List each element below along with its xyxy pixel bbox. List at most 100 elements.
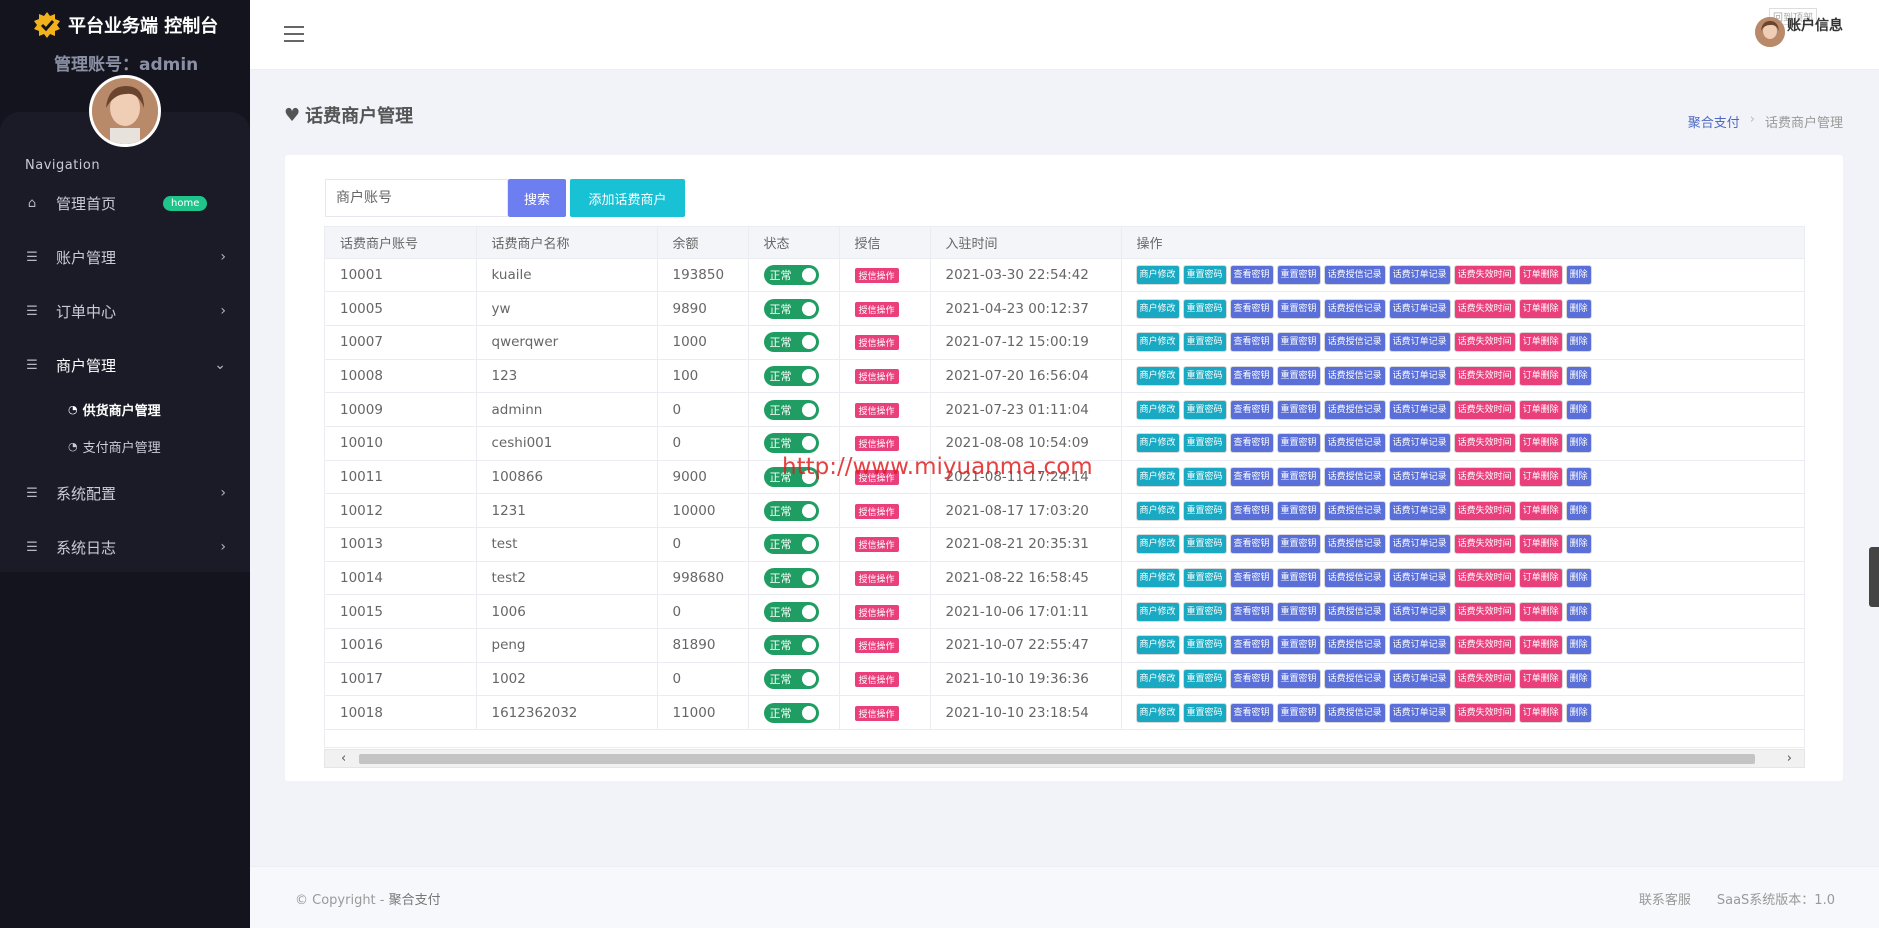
op-button-8[interactable]: 删除 <box>1565 264 1592 285</box>
scrollbar-thumb[interactable] <box>359 754 1755 764</box>
credit-operation-button[interactable]: 授信操作 <box>854 672 899 688</box>
op-button-0[interactable]: 商户修改 <box>1135 500 1180 521</box>
op-button-5[interactable]: 话费订单记录 <box>1388 635 1451 656</box>
op-button-1[interactable]: 重置密码 <box>1182 534 1227 555</box>
op-button-5[interactable]: 话费订单记录 <box>1388 466 1451 487</box>
op-button-8[interactable]: 删除 <box>1565 298 1592 319</box>
op-button-2[interactable]: 查看密钥 <box>1229 433 1274 454</box>
op-button-3[interactable]: 重置密钥 <box>1276 264 1321 285</box>
op-button-2[interactable]: 查看密钥 <box>1229 365 1274 386</box>
op-button-5[interactable]: 话费订单记录 <box>1388 433 1451 454</box>
op-button-1[interactable]: 重置密码 <box>1182 365 1227 386</box>
sidebar-item-home[interactable]: ⌂ 管理首页 home <box>0 183 250 223</box>
op-button-0[interactable]: 商户修改 <box>1135 534 1180 555</box>
op-button-8[interactable]: 删除 <box>1565 534 1592 555</box>
op-button-1[interactable]: 重置密码 <box>1182 298 1227 319</box>
op-button-4[interactable]: 话费授信记录 <box>1323 601 1386 622</box>
op-button-7[interactable]: 订单删除 <box>1518 264 1563 285</box>
op-button-1[interactable]: 重置密码 <box>1182 399 1227 420</box>
op-button-5[interactable]: 话费订单记录 <box>1388 534 1451 555</box>
op-button-7[interactable]: 订单删除 <box>1518 601 1563 622</box>
op-button-1[interactable]: 重置密码 <box>1182 635 1227 656</box>
scroll-left-icon[interactable]: ‹ <box>341 751 346 766</box>
op-button-4[interactable]: 话费授信记录 <box>1323 500 1386 521</box>
op-button-5[interactable]: 话费订单记录 <box>1388 332 1451 353</box>
op-button-5[interactable]: 话费订单记录 <box>1388 669 1451 690</box>
op-button-0[interactable]: 商户修改 <box>1135 399 1180 420</box>
op-button-7[interactable]: 订单删除 <box>1518 466 1563 487</box>
op-button-2[interactable]: 查看密钥 <box>1229 635 1274 656</box>
op-button-7[interactable]: 订单删除 <box>1518 669 1563 690</box>
contact-support-link[interactable]: 联系客服 <box>1639 889 1691 908</box>
op-button-3[interactable]: 重置密钥 <box>1276 635 1321 656</box>
add-merchant-button[interactable]: 添加话费商户 <box>570 179 685 217</box>
op-button-0[interactable]: 商户修改 <box>1135 433 1180 454</box>
op-button-3[interactable]: 重置密钥 <box>1276 601 1321 622</box>
op-button-4[interactable]: 话费授信记录 <box>1323 365 1386 386</box>
status-toggle[interactable]: 正常 <box>763 635 819 656</box>
op-button-5[interactable]: 话费订单记录 <box>1388 500 1451 521</box>
op-button-7[interactable]: 订单删除 <box>1518 365 1563 386</box>
column-header[interactable]: 状态 <box>748 227 840 259</box>
op-button-1[interactable]: 重置密码 <box>1182 669 1227 690</box>
op-button-1[interactable]: 重置密码 <box>1182 500 1227 521</box>
op-button-1[interactable]: 重置密码 <box>1182 264 1227 285</box>
menu-toggle-icon[interactable] <box>284 26 304 47</box>
op-button-1[interactable]: 重置密码 <box>1182 466 1227 487</box>
status-toggle[interactable]: 正常 <box>763 568 819 589</box>
op-button-6[interactable]: 话费失效时间 <box>1453 399 1516 420</box>
status-toggle[interactable]: 正常 <box>763 702 819 723</box>
op-button-2[interactable]: 查看密钥 <box>1229 264 1274 285</box>
credit-operation-button[interactable]: 授信操作 <box>854 301 899 317</box>
sidebar-item-logs[interactable]: ☰ 系统日志 › <box>0 527 250 567</box>
status-toggle[interactable]: 正常 <box>763 601 819 622</box>
op-button-4[interactable]: 话费授信记录 <box>1323 264 1386 285</box>
search-button[interactable]: 搜索 <box>508 179 566 217</box>
column-header[interactable]: 操作 <box>1121 227 1804 259</box>
op-button-0[interactable]: 商户修改 <box>1135 332 1180 353</box>
op-button-5[interactable]: 话费订单记录 <box>1388 702 1451 723</box>
sidebar-item-accounts[interactable]: ☰ 账户管理 › <box>0 237 250 277</box>
op-button-4[interactable]: 话费授信记录 <box>1323 399 1386 420</box>
op-button-8[interactable]: 删除 <box>1565 500 1592 521</box>
sidebar-item-config[interactable]: ☰ 系统配置 › <box>0 473 250 513</box>
op-button-8[interactable]: 删除 <box>1565 669 1592 690</box>
column-header[interactable]: 入驻时间 <box>930 227 1122 259</box>
op-button-8[interactable]: 删除 <box>1565 635 1592 656</box>
op-button-4[interactable]: 话费授信记录 <box>1323 534 1386 555</box>
op-button-3[interactable]: 重置密钥 <box>1276 534 1321 555</box>
footer-brand-link[interactable]: 聚合支付 <box>389 893 441 908</box>
op-button-0[interactable]: 商户修改 <box>1135 298 1180 319</box>
status-toggle[interactable]: 正常 <box>763 332 819 353</box>
brand[interactable]: 平台业务端 控制台 <box>32 10 218 40</box>
op-button-7[interactable]: 订单删除 <box>1518 635 1563 656</box>
op-button-2[interactable]: 查看密钥 <box>1229 399 1274 420</box>
sidebar-item-merchants[interactable]: ☰ 商户管理 ⌄ <box>0 345 250 385</box>
op-button-3[interactable]: 重置密钥 <box>1276 669 1321 690</box>
credit-operation-button[interactable]: 授信操作 <box>854 537 899 553</box>
breadcrumb-link[interactable]: 聚合支付 <box>1688 112 1740 131</box>
op-button-2[interactable]: 查看密钥 <box>1229 568 1274 589</box>
op-button-4[interactable]: 话费授信记录 <box>1323 702 1386 723</box>
op-button-0[interactable]: 商户修改 <box>1135 365 1180 386</box>
status-toggle[interactable]: 正常 <box>763 365 819 386</box>
column-header[interactable]: 授信 <box>839 227 931 259</box>
status-toggle[interactable]: 正常 <box>763 264 819 285</box>
op-button-5[interactable]: 话费订单记录 <box>1388 399 1451 420</box>
op-button-2[interactable]: 查看密钥 <box>1229 601 1274 622</box>
op-button-1[interactable]: 重置密码 <box>1182 601 1227 622</box>
op-button-8[interactable]: 删除 <box>1565 332 1592 353</box>
op-button-7[interactable]: 订单删除 <box>1518 534 1563 555</box>
op-button-3[interactable]: 重置密钥 <box>1276 568 1321 589</box>
credit-operation-button[interactable]: 授信操作 <box>854 335 899 351</box>
op-button-6[interactable]: 话费失效时间 <box>1453 365 1516 386</box>
scroll-right-icon[interactable]: › <box>1787 751 1792 766</box>
op-button-7[interactable]: 订单删除 <box>1518 702 1563 723</box>
op-button-2[interactable]: 查看密钥 <box>1229 298 1274 319</box>
op-button-0[interactable]: 商户修改 <box>1135 601 1180 622</box>
op-button-5[interactable]: 话费订单记录 <box>1388 298 1451 319</box>
op-button-7[interactable]: 订单删除 <box>1518 399 1563 420</box>
op-button-3[interactable]: 重置密钥 <box>1276 399 1321 420</box>
op-button-2[interactable]: 查看密钥 <box>1229 500 1274 521</box>
op-button-4[interactable]: 话费授信记录 <box>1323 568 1386 589</box>
